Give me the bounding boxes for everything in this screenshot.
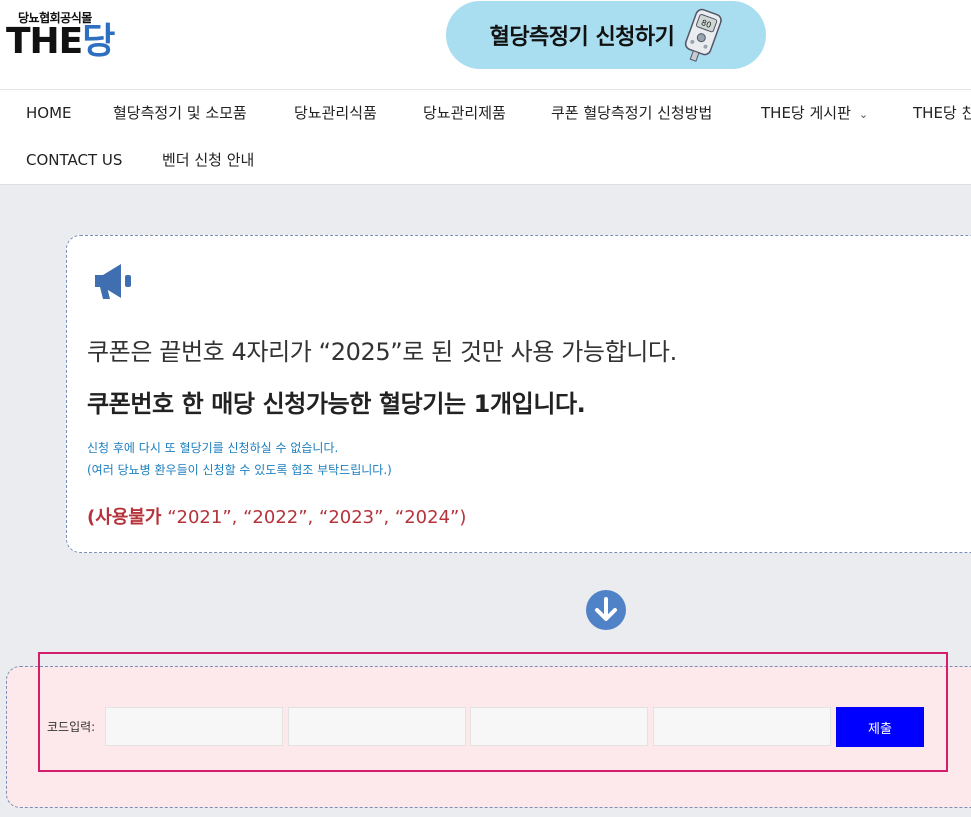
glucose-meter-apply-button[interactable]: 혈당측정기 신청하기 80 [446, 1, 766, 69]
site-header: 당뇨협회공식몰 THE당 혈당측정기 신청하기 80 HOME 혈당측정기 및 … [0, 0, 971, 185]
cta-label: 혈당측정기 신청하기 [489, 25, 675, 50]
nav-board-label: THE당 게시판 [761, 104, 851, 122]
code-input-2[interactable] [288, 707, 466, 746]
code-input-4[interactable] [653, 707, 831, 746]
notice-valid-coupon: 쿠폰은 끝번호 4자리가 “2025”로 된 것만 사용 가능합니다. [87, 338, 677, 366]
logo-wordmark: THE당 [6, 21, 115, 62]
nav-diabetes-food[interactable]: 당뇨관리식품 [294, 103, 377, 123]
notice-invalid-years: (사용불가 “2021”, “2022”, “2023”, “2024”) [87, 503, 466, 529]
nav-coupon-guide[interactable]: 쿠폰 혈당측정기 신청방법 [551, 103, 712, 123]
arrow-down-glyph [595, 597, 617, 621]
logo-wordmark-accent: 당 [82, 21, 115, 62]
chevron-down-icon: ⌄ [858, 108, 869, 121]
glucose-meter-icon: 80 [685, 8, 723, 62]
coupon-notice-box: 쿠폰은 끝번호 4자리가 “2025”로 된 것만 사용 가능합니다. 쿠폰번호… [66, 235, 971, 553]
logo-wordmark-main: THE [6, 21, 83, 62]
site-logo[interactable]: 당뇨협회공식몰 THE당 [6, 6, 116, 66]
nav-glucose-meters[interactable]: 혈당측정기 및 소모품 [113, 103, 247, 123]
code-input-1[interactable] [105, 707, 283, 746]
notice-one-per-coupon: 쿠폰번호 한 매당 신청가능한 혈당기는 1개입니다. [87, 390, 586, 418]
notice-invalid-list: “2021”, “2022”, “2023”, “2024”) [161, 507, 467, 528]
nav-vendor[interactable]: 벤더 신청 안내 [162, 150, 254, 170]
notice-invalid-label: (사용불가 [87, 507, 162, 528]
submit-button[interactable]: 제출 [836, 707, 924, 747]
nav-diabetes-products[interactable]: 당뇨관리제품 [423, 103, 506, 123]
arrow-down-circle-icon [586, 590, 626, 630]
nav-home[interactable]: HOME [26, 103, 72, 123]
nav-more[interactable]: THE당 친 [913, 103, 971, 123]
megaphone-icon [95, 264, 131, 299]
notice-cooperation: (여러 당뇨병 환우들이 신청할 수 있도록 협조 부탁드립니다.) [87, 463, 392, 477]
notice-no-reapply: 신청 후에 다시 또 혈당기를 신청하실 수 없습니다. [87, 441, 339, 455]
nav-board[interactable]: THE당 게시판 ⌄ [761, 103, 868, 125]
code-input-label: 코드입력: [47, 720, 96, 734]
code-input-3[interactable] [470, 707, 648, 746]
nav-contact[interactable]: CONTACT US [26, 150, 122, 170]
nav-divider [0, 89, 971, 90]
